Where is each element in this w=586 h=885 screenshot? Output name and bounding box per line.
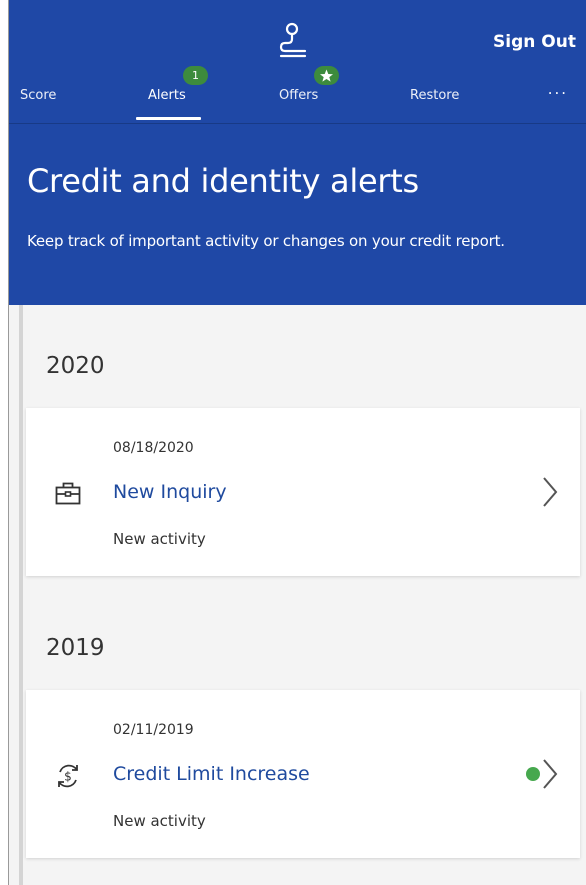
app-header: Sign Out Score 1 Alerts Offers Restore .…	[9, 0, 586, 305]
nav-tabs: Score 1 Alerts Offers Restore ...	[9, 66, 586, 124]
unread-indicator	[526, 767, 540, 781]
alert-status: New activity	[113, 530, 206, 548]
more-menu-button[interactable]: ...	[548, 80, 568, 98]
alert-date: 08/18/2020	[113, 440, 194, 456]
alert-card-new-inquiry[interactable]: 08/18/2020 New Inquiry New activity	[26, 408, 580, 576]
alert-title[interactable]: Credit Limit Increase	[113, 763, 310, 785]
briefcase-icon	[55, 482, 81, 505]
year-heading-2019: 2019	[46, 635, 105, 661]
page-subtitle: Keep track of important activity or chan…	[27, 232, 505, 250]
app-logo-icon	[279, 22, 307, 58]
alerts-list: 2020 08/18/2020 New Inquiry New activity…	[9, 305, 586, 885]
offers-star-badge	[314, 66, 339, 85]
tab-restore[interactable]: Restore	[410, 88, 459, 103]
year-heading-2020: 2020	[46, 353, 105, 379]
star-icon	[320, 69, 333, 82]
sign-out-button[interactable]: Sign Out	[493, 32, 576, 52]
alerts-count-badge: 1	[183, 66, 208, 85]
alert-card-credit-limit-increase[interactable]: 02/11/2019 $ Credit Limit Increase New a…	[26, 690, 580, 858]
dollar-cycle-icon: $	[58, 764, 78, 788]
active-tab-indicator	[136, 117, 201, 120]
alert-title[interactable]: New Inquiry	[113, 481, 227, 503]
alert-date: 02/11/2019	[113, 722, 194, 738]
tab-alerts[interactable]: Alerts	[148, 88, 186, 103]
svg-text:$: $	[64, 770, 72, 784]
alert-status: New activity	[113, 812, 206, 830]
tab-score[interactable]: Score	[20, 88, 56, 103]
left-rule	[19, 305, 23, 885]
tab-offers[interactable]: Offers	[279, 88, 318, 103]
window-left-edge	[0, 0, 9, 885]
chevron-right-icon[interactable]	[542, 758, 558, 790]
page-title: Credit and identity alerts	[27, 162, 419, 200]
chevron-right-icon[interactable]	[542, 476, 558, 508]
